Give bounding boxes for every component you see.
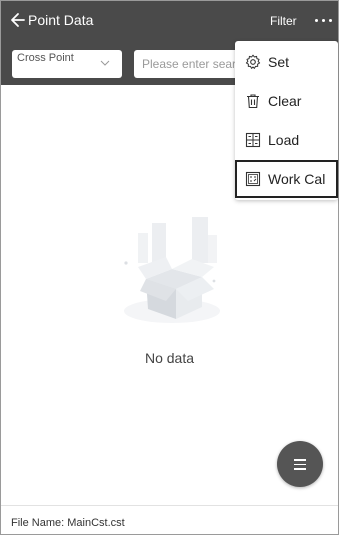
- menu-item-set[interactable]: Set: [235, 43, 338, 81]
- gear-icon: [245, 54, 261, 69]
- overflow-menu: Set Clear Load Work Cal: [235, 41, 338, 200]
- file-name-label: File Name: MainCst.cst: [11, 517, 125, 529]
- empty-box-illustration: [124, 217, 220, 323]
- menu-item-label: Clear: [268, 93, 302, 109]
- menu-item-label: Set: [268, 54, 290, 70]
- menu-item-clear[interactable]: Clear: [235, 82, 338, 120]
- top-bar: Point Data Filter: [1, 1, 338, 41]
- menu-item-label: Load: [268, 132, 300, 148]
- point-type-select[interactable]: Cross Point: [12, 50, 122, 78]
- footer-divider: [1, 505, 338, 506]
- back-arrow-icon[interactable]: [10, 10, 26, 30]
- menu-item-load[interactable]: Load: [235, 121, 338, 159]
- menu-item-label: Work Cal: [268, 171, 326, 187]
- search-input[interactable]: [134, 50, 244, 78]
- menu-item-work-cal[interactable]: Work Cal: [235, 160, 338, 198]
- load-icon: [245, 132, 261, 148]
- point-type-select-value: Cross Point: [17, 52, 74, 64]
- filter-button[interactable]: Filter: [270, 13, 297, 29]
- calculator-icon: [245, 171, 261, 187]
- page-title: Point Data: [28, 12, 94, 28]
- trash-icon: [247, 94, 259, 109]
- more-dots-icon[interactable]: [313, 13, 335, 27]
- empty-state-text: No data: [144, 350, 195, 366]
- chevron-down-icon: [100, 60, 110, 66]
- floating-menu-button[interactable]: [277, 441, 323, 487]
